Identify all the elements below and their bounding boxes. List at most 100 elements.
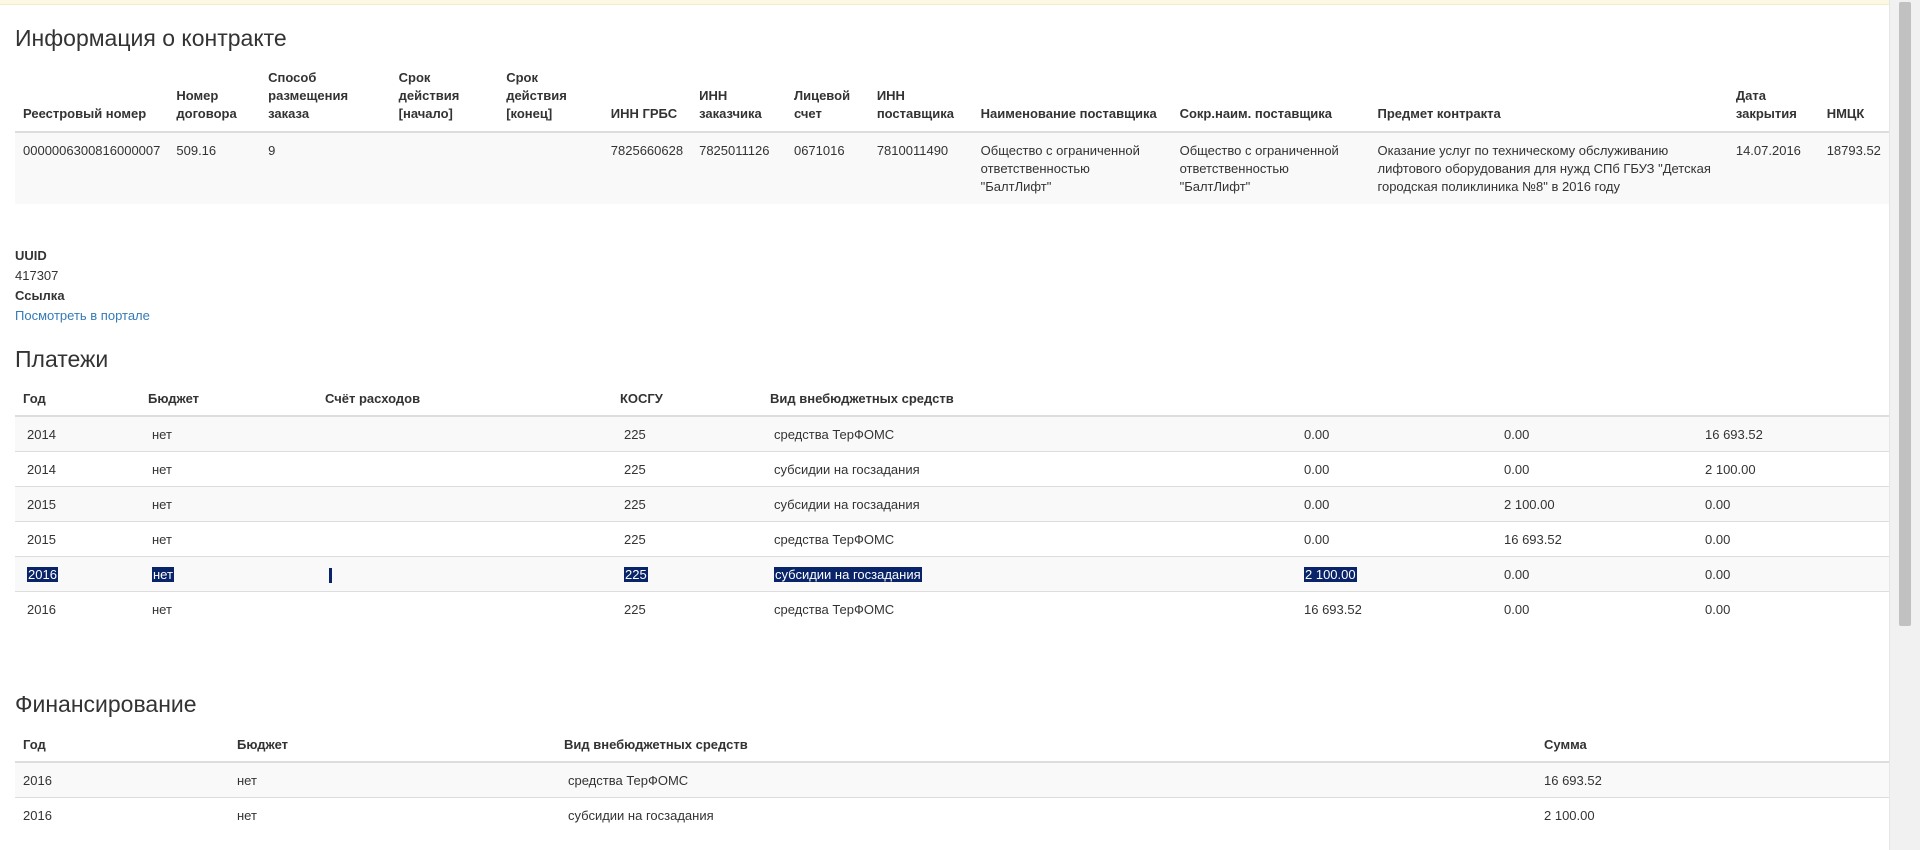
payments-header-cell: Вид внебюджетных средств [770,391,954,406]
payments-cell: 0.00 [1504,567,1530,582]
selected-text: 225 [624,567,648,582]
payments-cell: нет [152,427,172,442]
payments-header-cell: Счёт расходов [325,391,421,406]
header-line: Срок [398,70,431,85]
payments-cell: 16 693.52 [1705,427,1763,442]
financing-cell: 2016 [23,773,52,788]
payments-header-cell [1693,386,1889,416]
link-label: Ссылка [15,288,65,303]
table-row[interactable]: 2015 нет 225 субсидии на госзадания 0.00 2 10… [15,486,1889,522]
table-row[interactable]: 2014 нет 225 субсидии на госзадания 0.00 0.00… [15,451,1889,487]
page: Информация о контракте Реестровый номер Н… [0,0,1920,850]
header-line: ИНН [699,88,728,103]
contract-header-cell: Наименование поставщика [973,66,1172,132]
payments-cell: 2014 [27,427,56,442]
contract-header-cell: Лицевой счет [786,66,869,132]
payments-cell: 225 [612,557,762,592]
table-row[interactable]: 2014 нет 225 средства ТерФОМС 0.00 0.00 16 693… [15,416,1889,452]
payments-cell [317,592,612,627]
selected-text: субсидии на госзадания [774,567,922,582]
header-line: действия [506,88,567,103]
table-row[interactable]: 2016 нет субсидии на госзадания 2 100.00 [15,797,1889,833]
account: 0671016 [793,143,845,158]
payments-cell: нет [152,497,172,512]
financing-header-cell: Вид внебюджетных средств [564,737,748,752]
header-line: поставщика [876,106,954,121]
supplier-short-name: Общество с ограниченной ответственностью… [1179,143,1339,194]
table-row[interactable]: 2016 нет 225 средства ТерФОМС 16 693.52 0.00 0… [15,591,1889,627]
table-row[interactable]: 2016 нет средства ТерФОМС 16 693.52 [15,762,1889,798]
contract-row: 0000006300816000007 509.16 9 7825660628 … [15,132,1889,204]
table-row[interactable]: 2015 нет 225 средства ТерФОМС 0.00 16 693.52 0… [15,521,1889,557]
payments-cell [317,522,612,557]
payments-cell: 0.00 [1705,497,1731,512]
header-line: размещения [268,88,349,103]
registry-number: 0000006300816000007 [23,143,161,158]
header-line: [начало] [398,106,453,121]
contract-header-cell: ИНН поставщика [869,66,973,132]
payments-cell: 2015 [27,497,56,512]
header-line: Сокр.наим. поставщика [1179,106,1333,121]
payments-cell: средства ТерФОМС [774,532,895,547]
payments-cell [317,557,612,592]
uuid-value: 417307 [15,268,59,283]
financing-header-cell: Год [23,737,46,752]
financing-title: Финансирование [15,691,197,717]
financing-cell: субсидии на госзадания [568,808,714,823]
contract-header-cell: Предмет контракта [1370,66,1728,132]
payments-cell: 225 [624,427,646,442]
payments-header-row: Год Бюджет Счёт расходов КОСГУ Вид внебюджет… [15,386,1889,416]
financing-cell: 2016 [23,808,52,823]
inn-customer: 7825011126 [699,143,770,158]
payments-cell: нет [152,602,172,617]
contract-header-cell: Реестровый номер [15,66,168,132]
header-line: закрытия [1735,106,1797,121]
financing-header-row: Год Бюджет Вид внебюджетных средств Сумма [15,732,1889,762]
payments-cell: 225 [624,462,646,477]
header-line: Предмет контракта [1377,106,1501,121]
payments-cell: 225 [624,497,646,512]
contract-table: Реестровый номер Номер договора Способ разме… [15,66,1889,204]
vertical-scrollbar[interactable] [1889,0,1920,850]
table-row[interactable]: 2016 нет 225 субсидии на госзадания 2 100.00… [15,556,1889,592]
header-line: договора [176,106,237,121]
inn-grbs: 7825660628 [610,143,684,158]
payments-cell: 2 100.00 [1292,557,1492,592]
header-line: Лицевой [793,88,851,103]
term-end [498,132,603,204]
header-line: НМЦК [1826,106,1865,121]
contract-info-title: Информация о контракте [15,25,287,51]
payments-cell: 2016 [27,602,56,617]
placement-method: 9 [268,143,276,158]
payments-cell: 0.00 [1705,602,1731,617]
payments-cell: нет [152,462,172,477]
uuid-label: UUID [15,248,47,263]
view-in-portal-link[interactable]: Посмотреть в портале [15,308,150,323]
payments-cell: нет [152,532,172,547]
header-line: ИНН [876,88,905,103]
contract-number: 509.16 [176,143,217,158]
payments-cell: 16 693.52 [1304,602,1362,617]
selected-text: 2016 [27,567,58,582]
header-line: Номер [176,88,219,103]
contract-header-cell: Срок действия [начало] [391,66,499,132]
contract-header-row: Реестровый номер Номер договора Способ разме… [15,66,1889,132]
payments-cell: 2 100.00 [1705,462,1756,477]
contract-header-cell: Дата закрытия [1728,66,1819,132]
scrollbar-thumb[interactable] [1899,2,1911,626]
payments-cell: субсидии на госзадания [774,497,920,512]
payments-cell: нет [140,557,317,592]
header-line: ИНН ГРБС [610,106,678,121]
financing-cell: 16 693.52 [1544,773,1602,788]
payments-header-cell: Бюджет [148,391,199,406]
selected-text: нет [152,567,174,582]
contract-subject: Оказание услуг по техническому обслужива… [1377,143,1711,194]
payments-cell: 0.00 [1705,532,1731,547]
financing-header-cell: Сумма [1544,737,1587,752]
contract-header-cell: ИНН ГРБС [603,66,691,132]
header-line: заказа [268,106,310,121]
payments-header-cell: Год [23,391,46,406]
contract-header-cell: НМЦК [1819,66,1889,132]
financing-table: Год Бюджет Вид внебюджетных средств Сумма 2… [15,732,1889,833]
payments-cell: 0.00 [1304,427,1330,442]
